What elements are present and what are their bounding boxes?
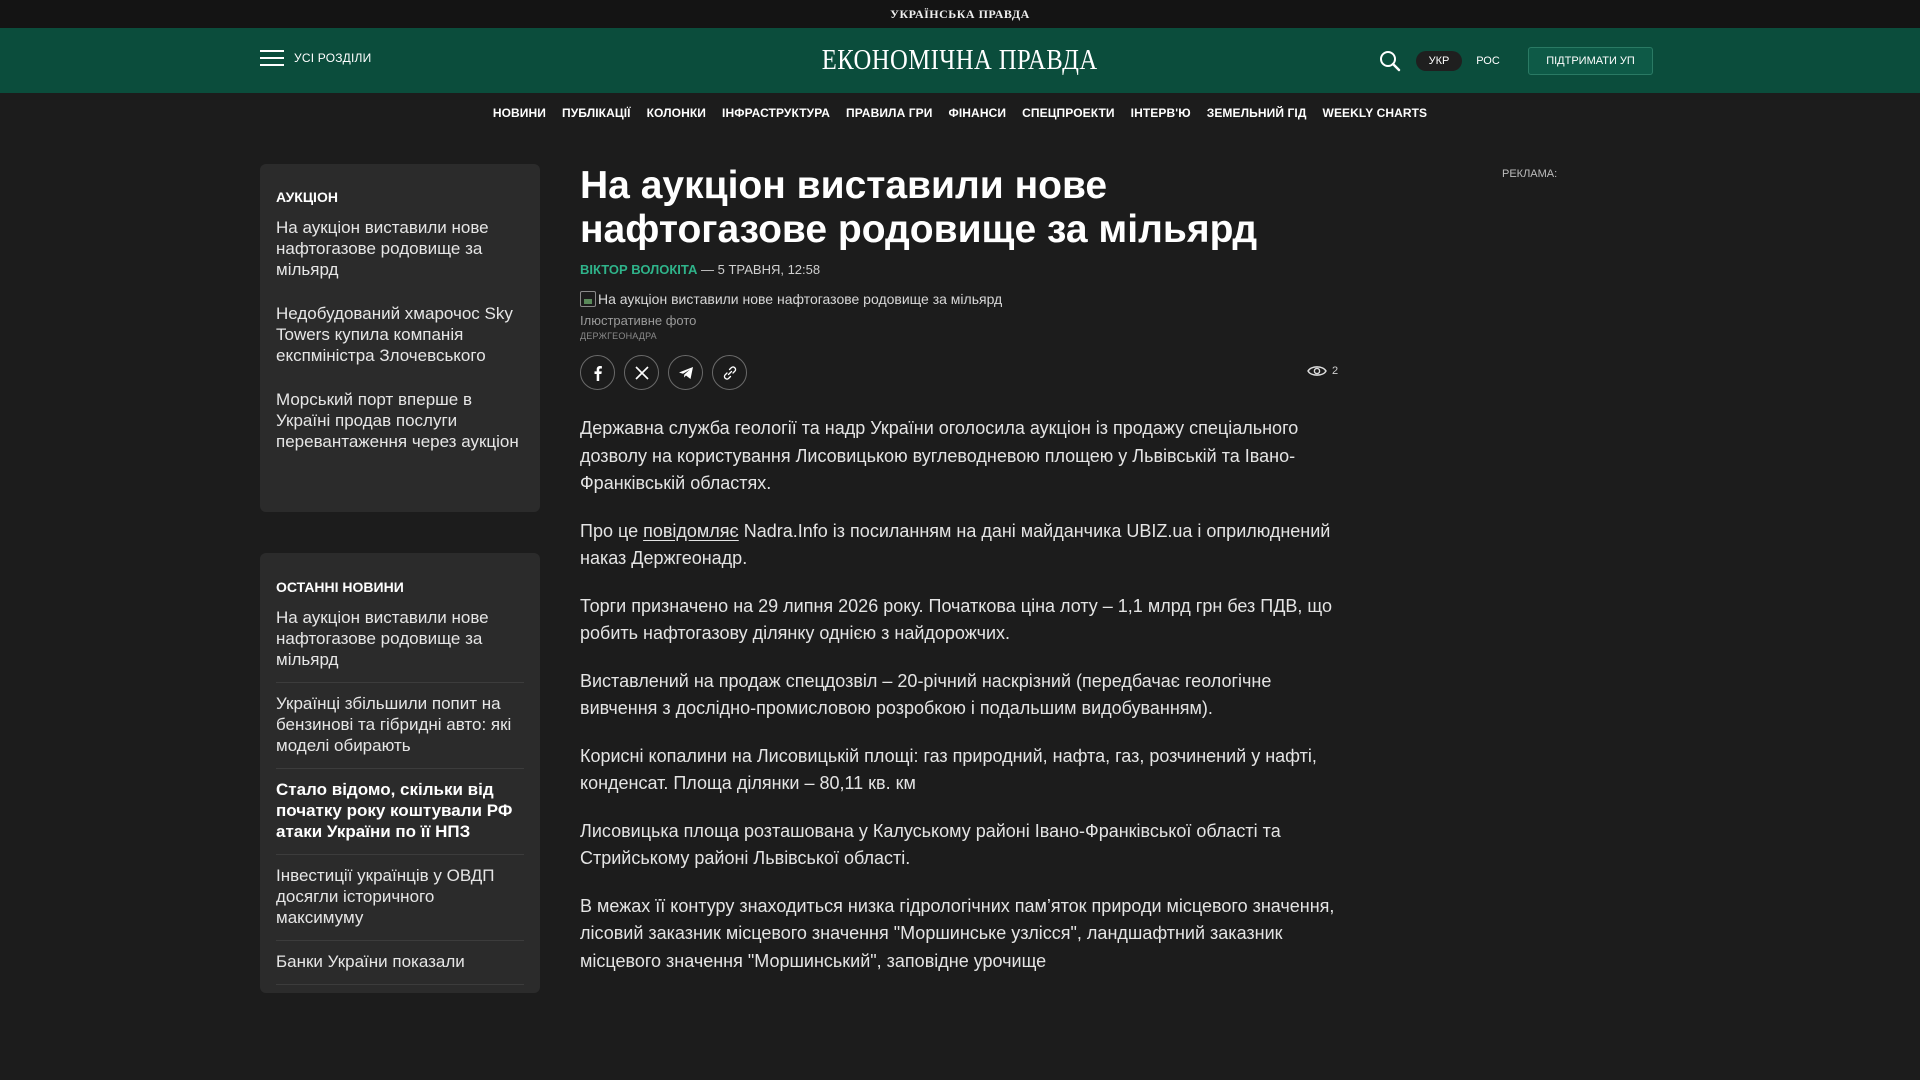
image-caption: Ілюстративне фото: [580, 313, 697, 328]
source-link[interactable]: повідомляє: [643, 521, 739, 541]
eye-icon: [1307, 366, 1327, 376]
brand-logo-text[interactable]: ЕКОНОМІЧНА ПРАВДА: [822, 45, 1098, 77]
nav-item-publikatsii[interactable]: ПУБЛІКАЦІЇ: [562, 106, 631, 120]
article: На аукціон виставили нове нафтогазове ро…: [580, 164, 1340, 995]
list-item[interactable]: На аукціон виставили нове нафтогазове ро…: [276, 607, 524, 683]
article-paragraph: Про це повідомляє Nadra.Info із посиланн…: [580, 518, 1346, 573]
search-icon[interactable]: [1379, 50, 1401, 72]
telegram-share-button[interactable]: [668, 355, 703, 390]
article-paragraph: Державна служба геології та надр України…: [580, 418, 1299, 493]
list-item[interactable]: Банки України показали: [276, 951, 524, 985]
nav-item-interviu[interactable]: ІНТЕРВ'Ю: [1131, 106, 1191, 120]
telegram-icon: [678, 366, 693, 379]
article-paragraph: Лисовицька площа розташована у Калуськом…: [580, 820, 1281, 869]
list-item[interactable]: Інвестиції українців у ОВДП досягли істо…: [276, 865, 524, 941]
facebook-icon: [594, 365, 602, 381]
article-paragraph: Виставлений на продаж спецдозвіл – 20-рі…: [580, 670, 1272, 719]
all-sections-label[interactable]: УСІ РОЗДІЛИ: [294, 51, 371, 65]
tag-box-title[interactable]: АУКЦІОН: [276, 189, 524, 205]
article-image: На аукціон виставили нове нафтогазове ро…: [580, 291, 1340, 307]
nav-item-novyny[interactable]: НОВИНИ: [493, 106, 546, 120]
language-ukr-button[interactable]: УКР: [1416, 51, 1462, 71]
article-title: На аукціон виставили нове нафтогазове ро…: [580, 164, 1258, 251]
nav-item-spetsproekty[interactable]: СПЕЦПРОЕКТИ: [1022, 106, 1115, 120]
views-counter: 2: [1307, 364, 1338, 378]
support-up-button[interactable]: ПІДТРИМАТИ УП: [1528, 47, 1653, 75]
article-paragraph: Торги призначено на 29 липня 2026 року. …: [580, 595, 1333, 644]
hamburger-menu-icon[interactable]: [260, 50, 284, 66]
ukrainska-pravda-logo[interactable]: УКРАЇНСЬКА ПРАВДА: [890, 7, 1030, 22]
link-icon: [723, 365, 736, 380]
language-ros-button[interactable]: РОС: [1468, 51, 1508, 71]
page-bottom-area: [0, 993, 1920, 1080]
nav-item-infrastruktura[interactable]: ІНФРАСТРУКТУРА: [722, 106, 830, 120]
list-item[interactable]: Українці збільшили попит на бензинові та…: [276, 693, 524, 769]
list-item[interactable]: Морський порт вперше в Україні продав по…: [276, 389, 524, 452]
nav-item-kolonky[interactable]: КОЛОНКИ: [647, 106, 706, 120]
nav-item-zemelnyi-hid[interactable]: ЗЕМЕЛЬНИЙ ГІД: [1207, 106, 1307, 120]
publish-date: — 5 ТРАВНЯ, 12:58: [697, 262, 821, 277]
top-bar: УКРАЇНСЬКА ПРАВДА: [0, 0, 1920, 28]
copy-link-button[interactable]: [712, 355, 747, 390]
all-sections-button[interactable]: УСІ РОЗДІЛИ: [260, 50, 371, 66]
latest-news-box: ОСТАННІ НОВИНИ На аукціон виставили нове…: [260, 553, 540, 993]
main-nav: НОВИНИ ПУБЛІКАЦІЇ КОЛОНКИ ІНФРАСТРУКТУРА…: [0, 93, 1920, 133]
x-share-button[interactable]: [624, 355, 659, 390]
views-count: 2: [1332, 365, 1339, 377]
paragraph-text: Про це: [580, 520, 644, 541]
tag-news-box: АУКЦІОН На аукціон виставили нове нафтог…: [260, 164, 540, 512]
nav-item-finansy[interactable]: ФІНАНСИ: [949, 106, 1007, 120]
article-paragraph: В межах її контуру знаходиться низка гід…: [580, 895, 1335, 971]
article-image-alt: На аукціон виставили нове нафтогазове ро…: [598, 291, 1003, 307]
nav-item-weekly-charts[interactable]: WEEKLY CHARTS: [1323, 106, 1428, 120]
x-icon: [634, 365, 649, 380]
article-paragraph: Корисні копалини на Лисовицькій площі: г…: [580, 745, 1317, 794]
image-credit: ДЕРЖГЕОНАДРА: [580, 331, 657, 341]
author-link[interactable]: ВІКТОР ВОЛОКІТА: [580, 262, 697, 277]
list-item[interactable]: Стало відомо, скільки від початку року к…: [276, 779, 524, 855]
latest-news-title[interactable]: ОСТАННІ НОВИНИ: [276, 579, 524, 595]
article-body: Державна служба геології та надр України…: [580, 415, 1346, 975]
nav-item-pravyla-hry[interactable]: ПРАВИЛА ГРИ: [846, 106, 932, 120]
list-item[interactable]: Недобудований хмарочос Sky Towers купила…: [276, 303, 524, 366]
site-header: УСІ РОЗДІЛИ ЕКОНОМІЧНА ПРАВДА УКР РОС ПІ…: [0, 28, 1920, 93]
byline: ВІКТОР ВОЛОКІТА — 5 ТРАВНЯ, 12:58: [580, 262, 1340, 277]
list-item[interactable]: На аукціон виставили нове нафтогазове ро…: [276, 217, 524, 280]
ad-label: РЕКЛАМА:: [1502, 168, 1558, 180]
facebook-share-button[interactable]: [580, 355, 615, 390]
broken-image-icon: [580, 291, 596, 307]
share-bar: 2: [580, 355, 1340, 391]
